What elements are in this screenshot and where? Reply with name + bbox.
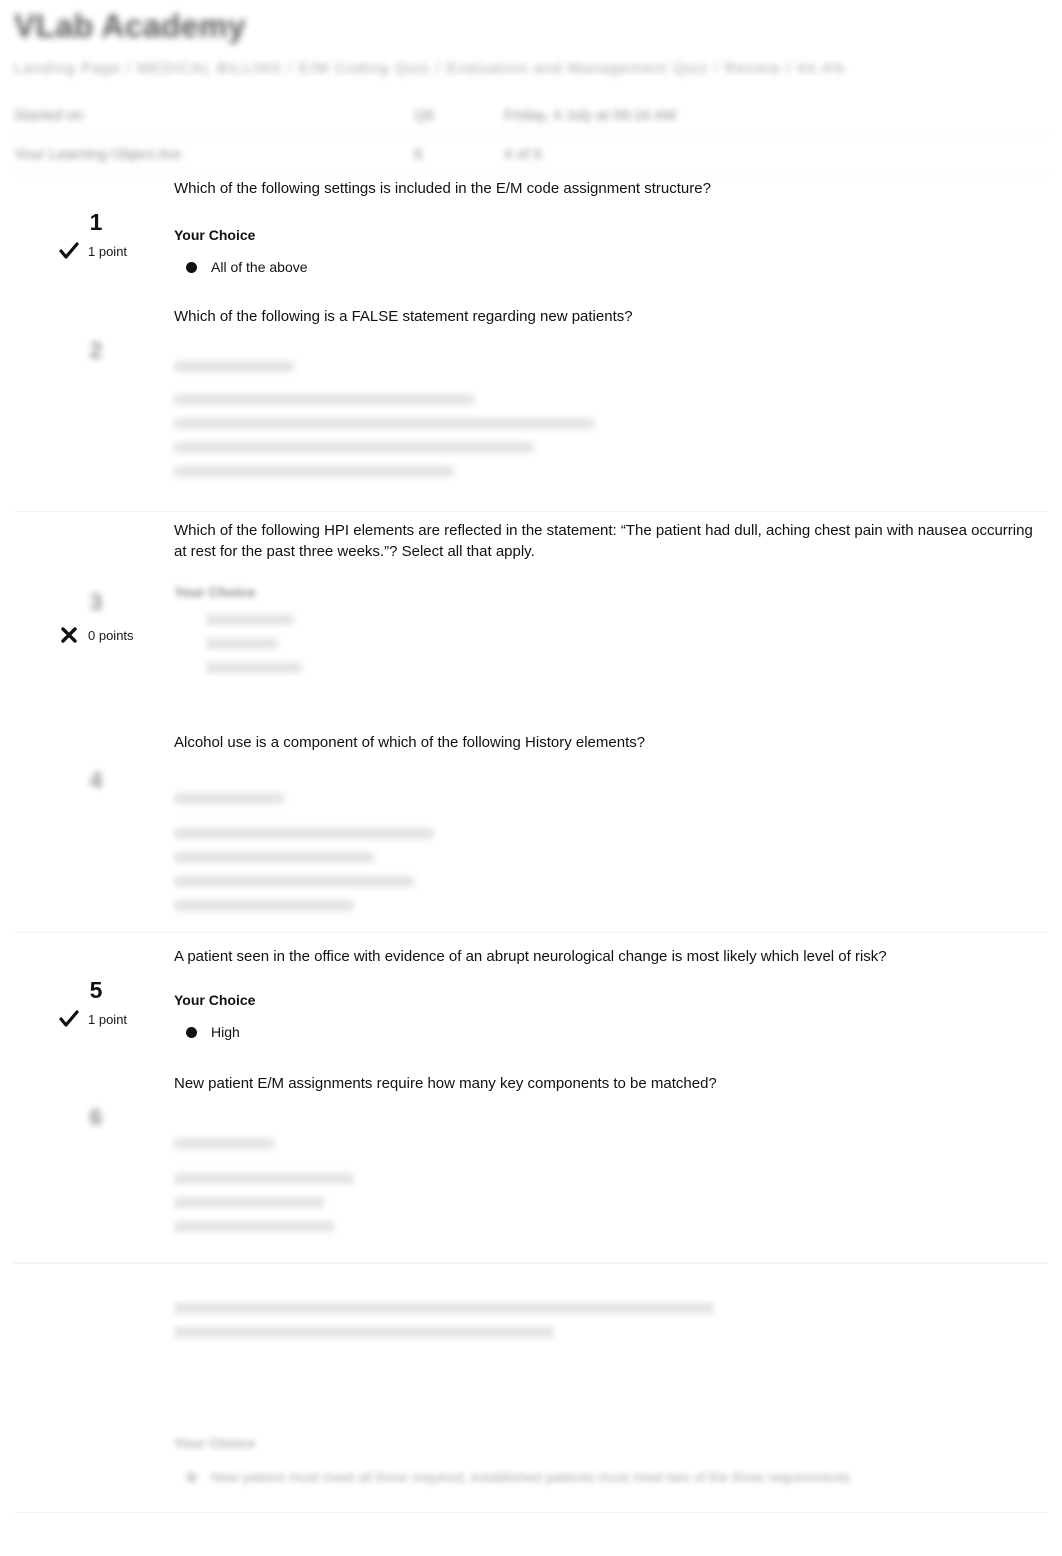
answer-choice-text: High (211, 1024, 240, 1040)
question-body-1: Which of the following settings is inclu… (174, 178, 1044, 275)
question-body-4: Alcohol use is a component of which of t… (174, 732, 1044, 911)
breadcrumb: Landing Page / MEDICAL BILLING / E/M Cod… (14, 60, 846, 77)
quiz-summary-table: Started on Q6 Friday, 4 July at 09:16 AM… (14, 96, 1048, 174)
question-body-6: New patient E/M assignments require how … (174, 1073, 1044, 1232)
question-number: 2 (89, 337, 103, 363)
answer-choice-text: All of the above (211, 259, 308, 275)
your-choice-label: Your Choice (174, 992, 256, 1008)
summary-value: 4 of 9 (504, 145, 542, 163)
check-icon (58, 240, 80, 262)
question-meta-1: 1 1 point (58, 208, 178, 262)
question-number: 4 (89, 767, 103, 793)
question-divider (14, 1263, 1048, 1264)
question-body-2: Which of the following is a FALSE statem… (174, 306, 1044, 477)
question-score: 1 point (58, 240, 178, 262)
answer-choice[interactable]: All of the above (174, 259, 1044, 275)
question-body-7 (174, 1290, 1044, 1338)
table-row: Started on Q6 Friday, 4 July at 09:16 AM (14, 96, 1048, 135)
answer-choice-text: New patient must meet all three required… (211, 1469, 850, 1485)
question-meta-6: 6 (58, 1103, 178, 1131)
question-points: 0 points (88, 627, 134, 643)
answer-choice[interactable]: High (174, 1024, 1044, 1040)
question-number: 5 (89, 977, 103, 1003)
summary-label: Your Learning Object Are (14, 145, 182, 163)
question-text: Which of the following is a FALSE statem… (174, 308, 633, 325)
question-text: New patient E/M assignments require how … (174, 1075, 717, 1092)
question-meta-5: 5 1 point (58, 976, 178, 1030)
question-score: 0 points (58, 624, 178, 646)
check-icon (58, 1008, 80, 1030)
question-divider (14, 511, 1048, 512)
bottom-divider (14, 1512, 1048, 1513)
table-row: Your Learning Object Are 6 4 of 9 (14, 135, 1048, 174)
answer-choices-blurred[interactable] (174, 1138, 1044, 1232)
question-meta-4: 4 (58, 766, 178, 794)
question-text: Which of the following settings is inclu… (174, 180, 711, 197)
summary-value: Friday, 4 July at 09:16 AM (504, 106, 677, 124)
question-text: A patient seen in the office with eviden… (174, 948, 887, 965)
footer-divider (14, 1262, 1048, 1263)
answer-choices-blurred[interactable] (174, 361, 1044, 477)
question-score: 1 point (58, 1008, 178, 1030)
your-choice-label: Your Choice (174, 584, 256, 600)
question-meta-3: 3 0 points (58, 588, 178, 646)
question-text: Alcohol use is a component of which of t… (174, 734, 646, 751)
summary-mid: 6 (414, 145, 423, 163)
radio-filled-icon (186, 1026, 197, 1038)
your-choice-label: Your Choice (174, 227, 256, 243)
site-title: VLab Academy (14, 8, 246, 44)
answer-choice[interactable]: New patient must meet all three required… (174, 1469, 1044, 1485)
answer-choices-blurred[interactable] (174, 614, 1042, 673)
question-points: 1 point (88, 1011, 128, 1027)
radio-filled-icon (186, 1471, 197, 1483)
cross-icon (58, 624, 80, 646)
summary-label: Started on (14, 106, 84, 124)
question-meta-2: 2 (58, 336, 178, 364)
question-points: 1 point (88, 243, 128, 259)
your-choice-label: Your Choice (174, 1435, 256, 1451)
question-number: 1 (89, 209, 103, 235)
answer-choices-blurred[interactable] (174, 793, 1044, 911)
question-body-5: A patient seen in the office with eviden… (174, 946, 1044, 1040)
question-divider (14, 932, 1048, 933)
question-text: Which of the following HPI elements are … (174, 522, 1033, 560)
question-number: 3 (89, 589, 103, 615)
question-number: 6 (89, 1104, 103, 1130)
radio-filled-icon (186, 261, 197, 273)
footer-answer-block: Your Choice New patient must meet all th… (174, 1435, 1044, 1485)
summary-mid: Q6 (414, 106, 435, 124)
question-text-blurred (174, 1303, 1044, 1338)
question-body-3: Which of the following HPI elements are … (174, 520, 1042, 673)
